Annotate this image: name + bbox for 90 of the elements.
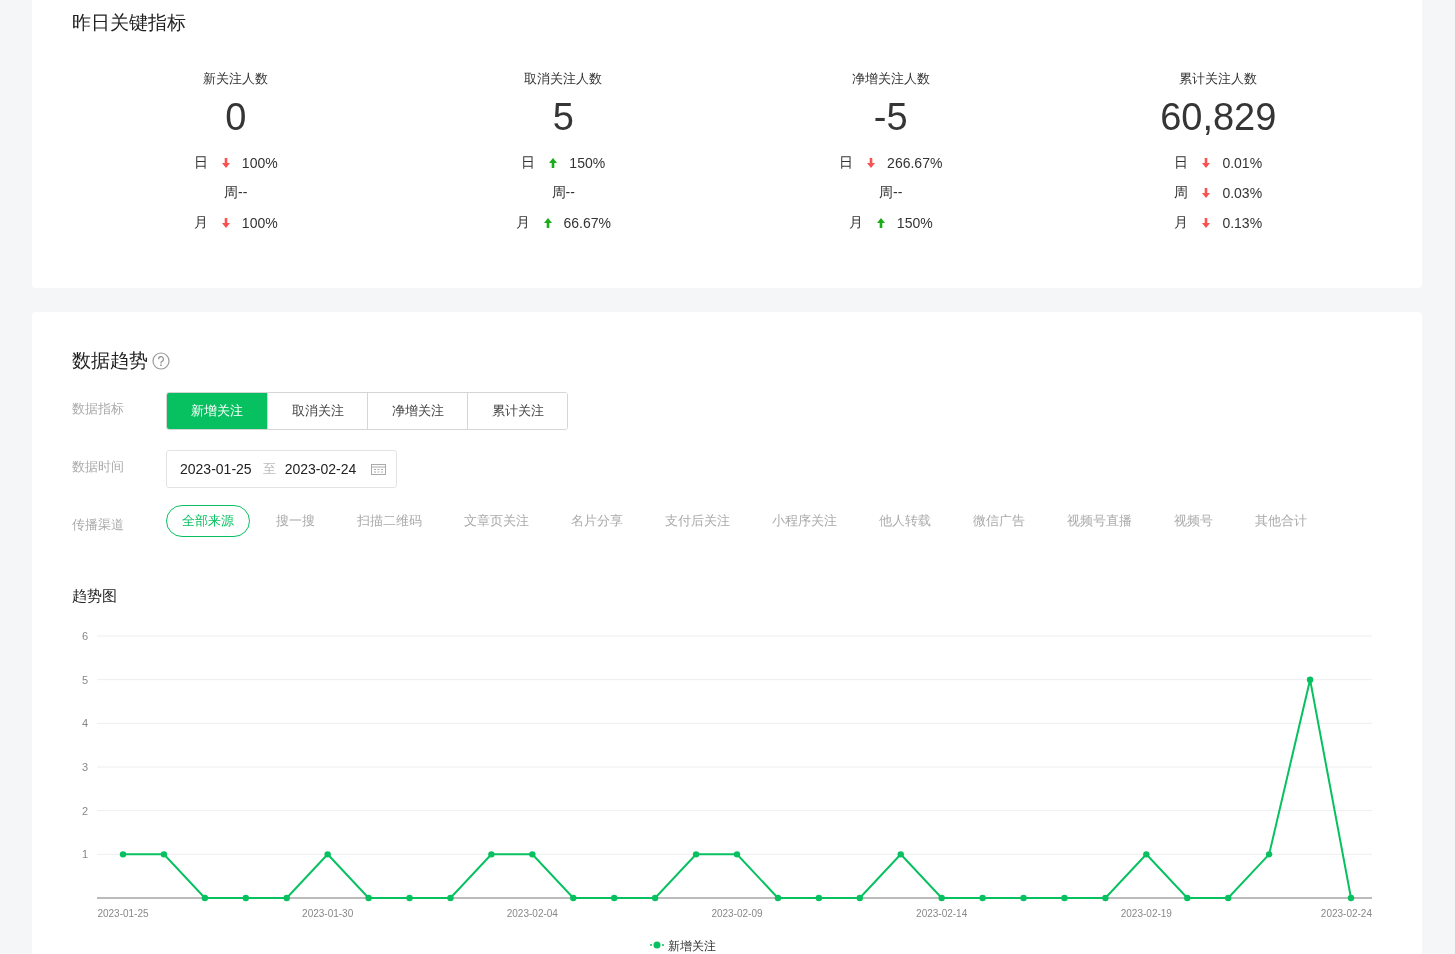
data-point [488,851,495,858]
data-point [119,851,127,858]
legend-marker-icon[interactable] [649,941,665,949]
field-label: 数据指标 [72,400,125,418]
data-point [365,894,372,902]
chart-title: 趋势图 [72,587,117,606]
data-point [692,851,700,858]
change-value: 0.03% [1222,185,1263,201]
section-title: 数据趋势 [72,349,148,373]
metric-value: 0 [225,95,247,140]
data-point [1102,894,1109,902]
period-label: 日 [521,154,536,172]
metric-tab[interactable]: 新增关注 [167,393,267,429]
data-point [570,894,577,902]
x-axis-label: 2023-02-19 [1120,908,1172,919]
change-value: 150% [896,215,933,231]
x-axis-label: 2023-02-04 [506,908,558,919]
data-point [1265,851,1273,858]
metric-value: 60,829 [1160,95,1277,140]
data-point [1347,894,1355,902]
y-axis-label: 1 [81,848,88,861]
x-axis-label: 2023-02-14 [916,908,968,919]
data-point [733,851,741,858]
period-label: 月 [1174,214,1189,232]
metric-label: 净增关注人数 [851,70,930,88]
change-value: 0.13% [1222,215,1263,231]
metric-label: 新关注人数 [203,70,269,88]
data-point [242,894,249,902]
channel-filter[interactable]: 全部来源 [166,505,250,537]
x-axis-label: 2023-01-25 [97,908,149,919]
data-point [201,894,209,902]
change-value: 100% [241,155,278,171]
metric-label: 累计关注人数 [1179,70,1258,88]
data-point [1061,894,1068,902]
y-axis-label: 3 [81,761,88,773]
start-date: 2023-01-25 [180,461,252,477]
data-point [651,894,659,902]
metric-value: 5 [552,95,574,140]
change-value: 周-- [551,184,575,202]
data-point [1143,851,1150,858]
data-point [160,851,168,858]
change-value: 周-- [224,184,248,202]
data-point [979,894,986,902]
change-value: 0.01% [1222,155,1263,171]
field-label: 传播渠道 [72,516,125,534]
change-value: 周-- [879,184,903,202]
metric-label: 取消关注人数 [524,70,603,88]
x-axis-label: 2023-02-09 [711,908,763,919]
legend-label[interactable]: 新增关注 [668,939,716,953]
metric-tab[interactable]: 累计关注 [467,393,567,429]
period-label: 日 [1174,154,1189,172]
change-value: 266.67% [887,155,943,171]
data-point [1306,676,1314,683]
period-label: 周 [1174,184,1189,202]
period-label: 月 [848,214,863,232]
period-label: 日 [193,154,208,172]
data-point [283,894,290,902]
data-point [938,894,945,902]
data-point [856,894,863,902]
data-point [447,894,454,902]
section-title: 昨日关键指标 [72,11,186,35]
y-axis-label: 5 [81,673,88,686]
end-date: 2023-02-24 [284,461,357,477]
y-axis-label: 2 [81,804,88,817]
data-point [406,894,413,902]
data-point [774,894,782,902]
data-point [324,851,331,858]
metric-value: -5 [873,95,908,140]
date-range-field[interactable]: 2023-01-25 至 2023-02-24 [166,450,398,488]
range-separator: 至 [262,460,276,478]
data-point [1184,894,1191,902]
period-label: 日 [839,154,854,172]
y-axis-label: 4 [81,717,88,730]
period-label: 月 [515,214,530,232]
data-point [897,851,904,858]
calendar-icon[interactable] [371,463,387,475]
data-point [1225,894,1232,902]
x-axis-label: 2023-01-30 [302,908,354,919]
data-point [611,894,618,902]
data-point [529,851,536,858]
field-label: 数据时间 [72,458,125,476]
data-point [1020,894,1027,902]
period-label: 月 [193,214,208,232]
change-value: 66.67% [563,215,611,231]
change-value: 150% [569,155,606,171]
y-axis-label: 6 [81,630,88,642]
help-icon[interactable] [152,352,170,370]
x-axis-label: 2023-02-24 [1320,908,1372,919]
data-point [815,894,823,902]
change-value: 100% [241,215,278,231]
